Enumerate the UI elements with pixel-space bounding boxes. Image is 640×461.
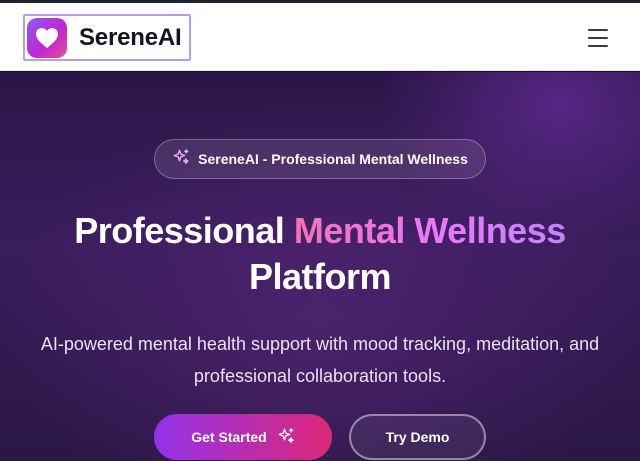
hero-subtitle: AI-powered mental health support with mo… [40,334,600,386]
try-demo-label: Try Demo [385,429,450,445]
hamburger-menu-icon[interactable] [584,25,612,51]
hero-badge: SereneAI - Professional Mental Wellness [154,139,486,179]
brand-name: SereneAI [79,23,182,51]
heart-icon [27,17,67,58]
headline-part-1: Professional [74,210,285,251]
headline-accent: Mental Wellness [293,210,566,251]
headline-part-2: Platform [248,256,392,297]
hero-headline: Professional Mental Wellness Platform [0,208,640,300]
site-header: SereneAI [0,3,640,71]
try-demo-button[interactable]: Try Demo [349,414,486,460]
hero-section: SereneAI - Professional Mental Wellness … [0,72,640,461]
get-started-button[interactable]: Get Started [154,414,332,460]
hero-badge-text: SereneAI - Professional Mental Wellness [198,151,468,167]
brand-logo-link[interactable]: SereneAI [23,14,191,61]
get-started-label: Get Started [191,429,267,445]
sparkles-icon [277,427,295,448]
sparkles-icon [172,148,190,171]
